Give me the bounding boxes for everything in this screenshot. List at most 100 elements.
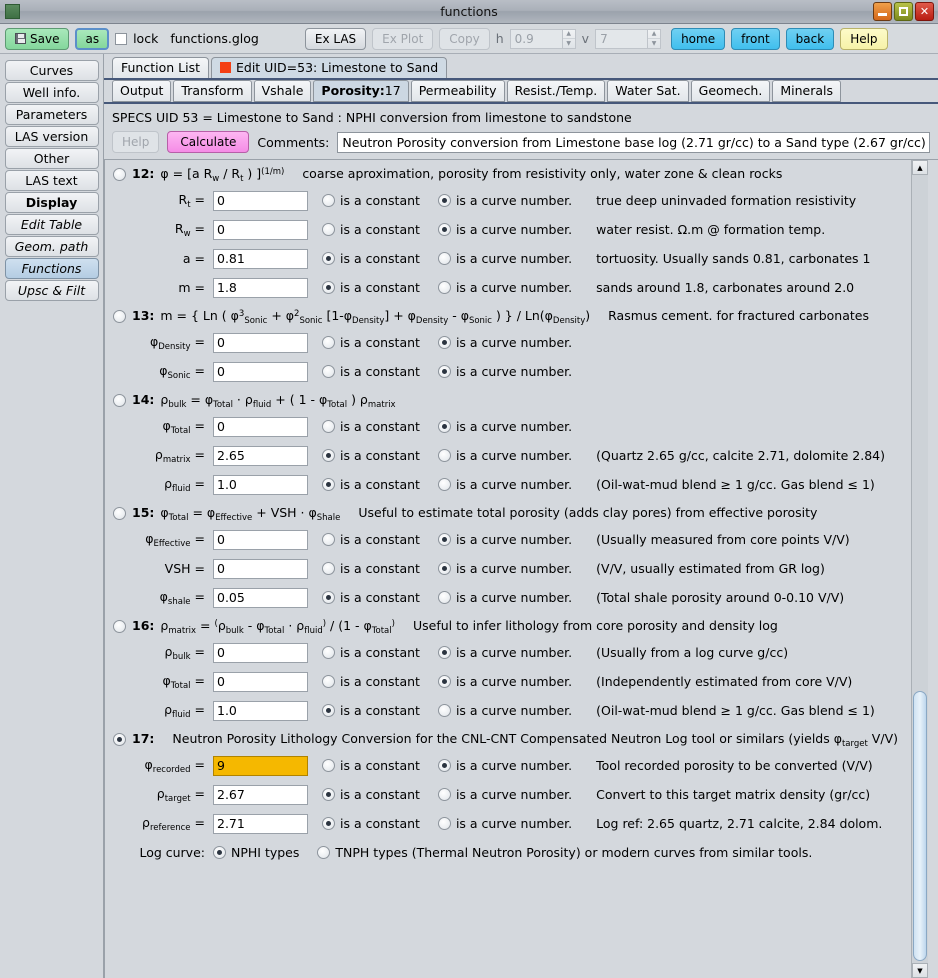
scroll-down-icon[interactable]: ▼ — [912, 963, 928, 978]
is-constant-radio[interactable] — [322, 591, 335, 604]
secondary-tab-transform[interactable]: Transform — [173, 80, 252, 102]
secondary-tab-vshale[interactable]: Vshale — [253, 80, 312, 102]
log-curve-radio[interactable] — [213, 846, 226, 859]
h-up-icon[interactable]: ▲ — [562, 30, 575, 39]
is-curve-option[interactable]: is a curve number. — [437, 674, 572, 689]
is-constant-option[interactable]: is a constant — [322, 222, 420, 237]
sidebar-item-upsc-filt[interactable]: Upsc & Filt — [4, 280, 99, 301]
is-curve-radio[interactable] — [437, 704, 451, 717]
secondary-tab-resist-temp[interactable]: Resist./Temp. — [506, 80, 606, 102]
parameter-value-input[interactable] — [213, 248, 308, 269]
sidebar-item-display[interactable]: Display — [4, 192, 99, 213]
secondary-tab-output[interactable]: Output — [112, 80, 172, 102]
is-constant-option[interactable]: is a constant — [322, 364, 420, 379]
v-stepper[interactable]: ▲▼ — [595, 28, 662, 49]
is-curve-option[interactable]: is a curve number. — [437, 364, 572, 379]
is-constant-option[interactable]: is a constant — [322, 477, 420, 492]
is-curve-option[interactable]: is a curve number. — [437, 448, 572, 463]
is-curve-radio[interactable] — [437, 533, 451, 546]
is-constant-option[interactable]: is a constant — [322, 816, 420, 831]
is-constant-radio[interactable] — [322, 675, 335, 688]
function-select-radio[interactable] — [113, 168, 126, 181]
is-curve-radio[interactable] — [437, 252, 451, 265]
h-input[interactable] — [509, 28, 562, 49]
secondary-tab-geomech[interactable]: Geomech. — [690, 80, 771, 102]
is-constant-radio[interactable] — [322, 365, 335, 378]
is-constant-option[interactable]: is a constant — [322, 193, 420, 208]
is-constant-option[interactable]: is a constant — [322, 787, 420, 802]
is-constant-radio[interactable] — [322, 281, 335, 294]
parameter-value-input[interactable] — [213, 642, 308, 663]
is-constant-option[interactable]: is a constant — [322, 448, 420, 463]
sidebar-item-other[interactable]: Other — [4, 148, 99, 169]
close-button[interactable]: ✕ — [915, 2, 934, 21]
log-curve-option-0[interactable]: NPHI types — [213, 845, 299, 860]
is-constant-radio[interactable] — [322, 759, 335, 772]
maximize-button[interactable] — [894, 2, 913, 21]
front-button[interactable]: front — [731, 27, 780, 50]
sidebar-item-las-text[interactable]: LAS text — [4, 170, 99, 191]
is-constant-radio[interactable] — [322, 194, 335, 207]
secondary-tab-water-sat[interactable]: Water Sat. — [607, 80, 689, 102]
is-constant-option[interactable]: is a constant — [322, 758, 420, 773]
save-as-button[interactable]: as — [75, 27, 110, 50]
is-curve-radio[interactable] — [437, 478, 451, 491]
parameter-value-input[interactable] — [213, 700, 308, 721]
sidebar-item-well-info[interactable]: Well info. — [4, 82, 99, 103]
function-select-radio[interactable] — [113, 310, 126, 323]
is-curve-option[interactable]: is a curve number. — [437, 280, 572, 295]
parameter-value-input[interactable] — [213, 587, 308, 608]
function-select-radio[interactable] — [113, 620, 126, 633]
save-button[interactable]: Save — [5, 27, 70, 50]
is-constant-option[interactable]: is a constant — [322, 532, 420, 547]
v-up-icon[interactable]: ▲ — [648, 30, 661, 39]
parameter-value-input[interactable] — [213, 474, 308, 495]
is-constant-radio[interactable] — [322, 252, 335, 265]
is-curve-option[interactable]: is a curve number. — [437, 645, 572, 660]
is-curve-radio[interactable] — [437, 420, 451, 433]
is-constant-radio[interactable] — [322, 478, 335, 491]
back-button[interactable]: back — [785, 27, 835, 50]
help-button[interactable]: Help — [840, 27, 888, 50]
is-curve-radio[interactable] — [437, 759, 451, 772]
is-constant-radio[interactable] — [322, 646, 335, 659]
sidebar-item-geom-path[interactable]: Geom. path — [4, 236, 99, 257]
is-curve-radio[interactable] — [437, 646, 451, 659]
scrollbar-track[interactable] — [912, 175, 928, 963]
is-constant-radio[interactable] — [322, 336, 335, 349]
parameter-value-input[interactable] — [213, 190, 308, 211]
sidebar-item-las-version[interactable]: LAS version — [4, 126, 99, 147]
sidebar-item-functions[interactable]: Functions — [4, 258, 99, 279]
is-curve-option[interactable]: is a curve number. — [437, 419, 572, 434]
parameter-value-input[interactable] — [213, 784, 308, 805]
parameter-value-input[interactable] — [213, 671, 308, 692]
is-constant-option[interactable]: is a constant — [322, 335, 420, 350]
is-constant-option[interactable]: is a constant — [322, 251, 420, 266]
is-constant-radio[interactable] — [322, 788, 335, 801]
comments-input[interactable] — [337, 131, 930, 153]
parameter-value-input[interactable] — [213, 361, 308, 382]
log-curve-option-1[interactable]: TNPH types (Thermal Neutron Porosity) or… — [317, 845, 812, 860]
log-curve-radio[interactable] — [317, 846, 331, 859]
parameter-value-input[interactable] — [213, 755, 308, 776]
primary-tab-function-list[interactable]: Function List — [112, 57, 209, 78]
sidebar-item-edit-table[interactable]: Edit Table — [4, 214, 99, 235]
is-constant-radio[interactable] — [322, 817, 335, 830]
parameter-value-input[interactable] — [213, 332, 308, 353]
sidebar-item-curves[interactable]: Curves — [4, 60, 99, 81]
h-stepper-arrows[interactable]: ▲ ▼ — [561, 28, 576, 49]
is-constant-option[interactable]: is a constant — [322, 590, 420, 605]
is-curve-radio[interactable] — [437, 675, 451, 688]
is-constant-radio[interactable] — [322, 533, 335, 546]
is-curve-radio[interactable] — [437, 562, 451, 575]
is-curve-radio[interactable] — [437, 591, 451, 604]
is-constant-option[interactable]: is a constant — [322, 419, 420, 434]
is-curve-option[interactable]: is a curve number. — [437, 816, 572, 831]
ex-las-button[interactable]: Ex LAS — [304, 27, 367, 50]
is-constant-radio[interactable] — [322, 704, 335, 717]
calculate-button[interactable]: Calculate — [167, 131, 250, 153]
scroll-up-icon[interactable]: ▲ — [912, 160, 928, 175]
is-curve-radio[interactable] — [437, 365, 451, 378]
is-curve-radio[interactable] — [437, 336, 451, 349]
is-curve-radio[interactable] — [437, 788, 451, 801]
